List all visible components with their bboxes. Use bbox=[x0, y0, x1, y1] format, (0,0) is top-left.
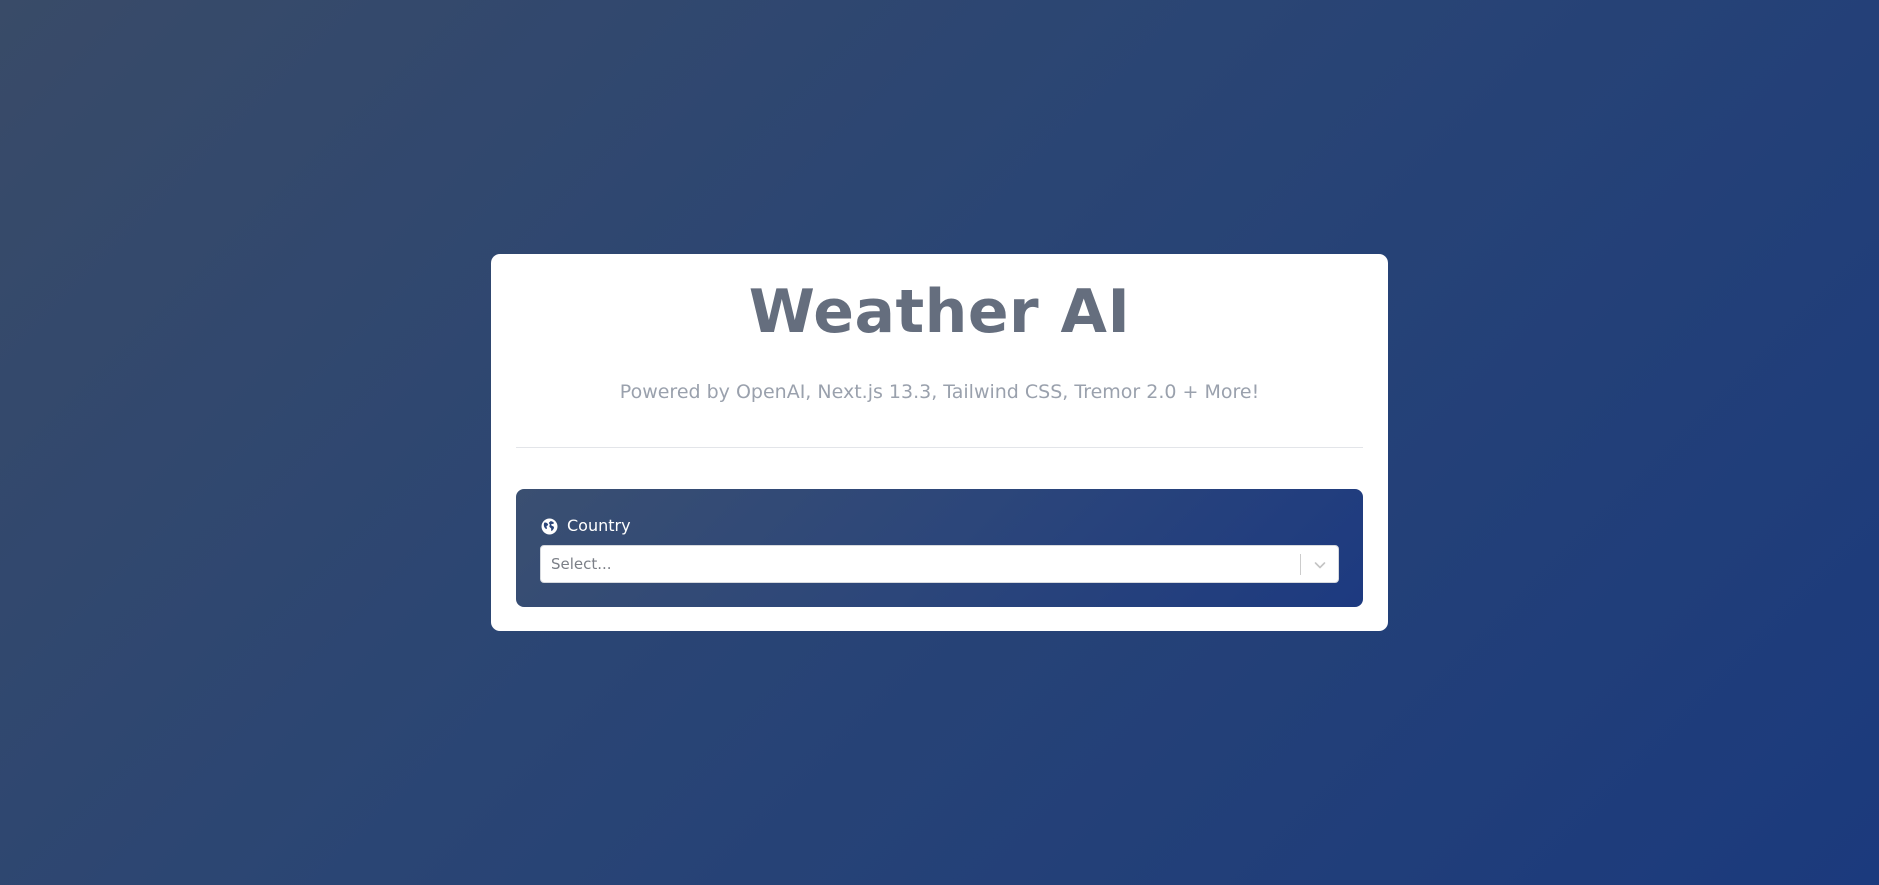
main-card: Weather AI Powered by OpenAI, Next.js 13… bbox=[491, 254, 1388, 631]
country-field-label: Country bbox=[541, 516, 631, 536]
country-panel: Country Select... bbox=[516, 489, 1363, 607]
globe-icon bbox=[541, 518, 558, 535]
country-label-text: Country bbox=[567, 516, 631, 535]
page-subtitle: Powered by OpenAI, Next.js 13.3, Tailwin… bbox=[619, 381, 1260, 403]
country-select[interactable]: Select... bbox=[540, 545, 1339, 583]
chevron-down-icon[interactable] bbox=[1310, 555, 1330, 575]
page-title: Weather AI bbox=[748, 277, 1131, 347]
select-separator bbox=[1300, 554, 1301, 575]
country-select-value: Select... bbox=[551, 555, 612, 573]
divider bbox=[516, 447, 1363, 448]
